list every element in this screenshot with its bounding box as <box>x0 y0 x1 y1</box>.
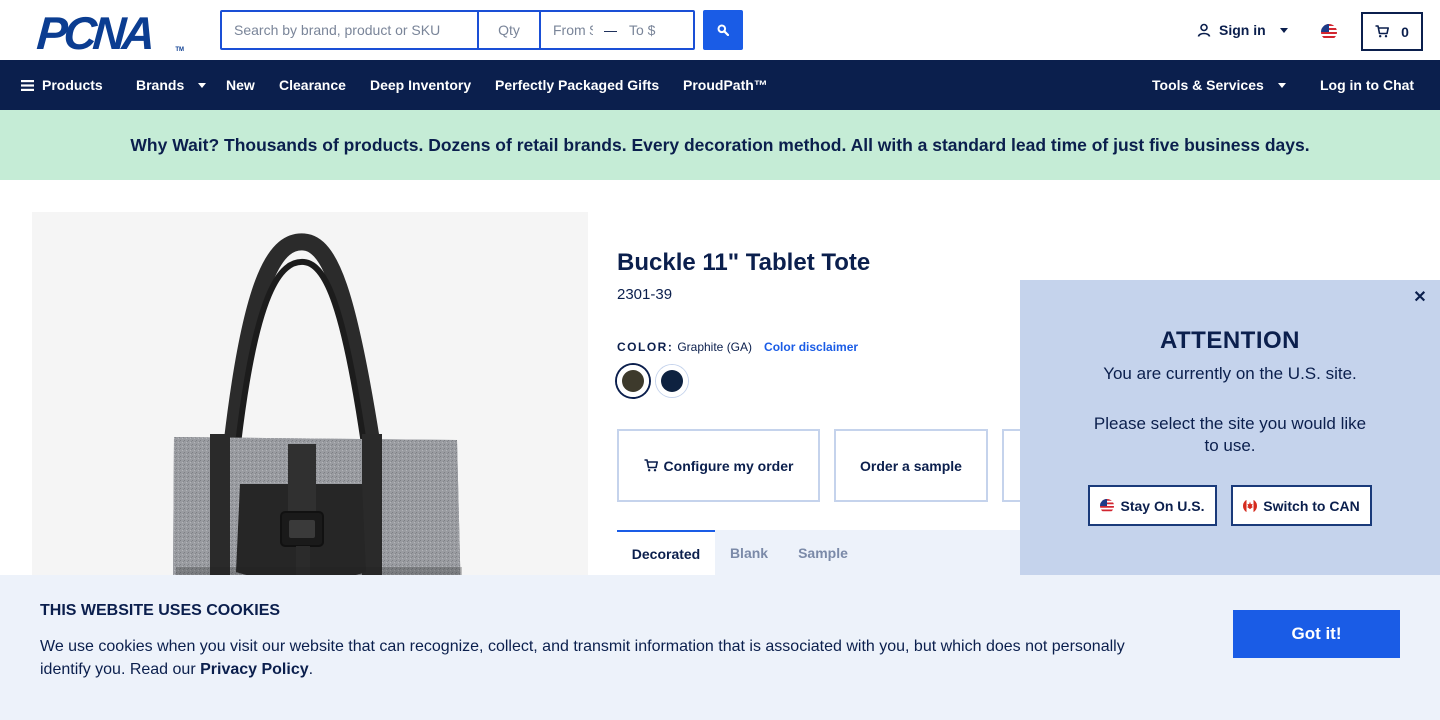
nav-brands[interactable]: Brands <box>136 60 207 110</box>
tab-decorated[interactable]: Decorated <box>617 530 715 575</box>
product-title: Buckle 11" Tablet Tote <box>617 249 871 276</box>
quantity-input[interactable] <box>479 12 541 48</box>
sign-in-label: Sign in <box>1219 22 1266 38</box>
logo-trademark: TM <box>175 47 184 53</box>
tab-sample[interactable]: Sample <box>784 530 862 575</box>
search-bar: — <box>220 10 695 50</box>
nav-deep-inventory[interactable]: Deep Inventory <box>370 60 471 110</box>
user-icon <box>1197 23 1211 37</box>
nav-products-label: Products <box>42 77 103 93</box>
site-select-popup: ✕ ATTENTION You are currently on the U.S… <box>1020 280 1440 575</box>
top-header: PCNA TM — Sign in <box>0 0 1440 60</box>
nav-products[interactable]: Products <box>21 60 103 110</box>
color-row: COLOR: Graphite (GA) Color disclaimer <box>617 340 858 354</box>
order-sample-label: Order a sample <box>860 457 962 474</box>
stay-us-label: Stay On U.S. <box>1120 497 1205 514</box>
nav-login-chat[interactable]: Log in to Chat <box>1320 60 1414 110</box>
cart-count: 0 <box>1401 23 1409 40</box>
us-flag-icon <box>1100 498 1115 513</box>
chevron-down-icon <box>1277 82 1286 88</box>
color-swatch-graphite[interactable] <box>617 365 649 397</box>
popup-instruction: Please select the site you would like to… <box>1093 414 1367 455</box>
popup-current-site: You are currently on the U.S. site. <box>1103 364 1357 383</box>
configure-order-button[interactable]: Configure my order <box>617 429 820 502</box>
canada-flag-icon <box>1243 498 1258 513</box>
nav-new[interactable]: New <box>226 60 255 110</box>
nav-brands-label: Brands <box>136 77 185 93</box>
cart-button[interactable]: 0 <box>1361 12 1423 51</box>
cookie-title: THIS WEBSITE USES COOKIES <box>40 602 281 619</box>
search-icon <box>717 24 729 36</box>
color-disclaimer-link[interactable]: Color disclaimer <box>764 340 858 354</box>
promo-text: Why Wait? Thousands of products. Dozens … <box>130 134 1310 155</box>
stay-us-button[interactable]: Stay On U.S. <box>1088 485 1217 526</box>
color-label: COLOR: <box>617 340 674 354</box>
chevron-down-icon <box>198 82 207 88</box>
logo-text: PCNA <box>35 7 154 59</box>
nav-proudpath[interactable]: ProudPath™ <box>683 60 768 110</box>
price-from-input[interactable] <box>541 12 605 48</box>
nav-tools-services[interactable]: Tools & Services <box>1152 60 1286 110</box>
switch-can-label: Switch to CAN <box>1263 497 1360 514</box>
tab-blank[interactable]: Blank <box>717 530 781 575</box>
accept-cookies-button[interactable]: Got it! <box>1233 610 1400 658</box>
cookie-body-end: . <box>308 661 314 678</box>
popup-title: ATTENTION <box>1159 327 1301 354</box>
promo-banner: Why Wait? Thousands of products. Dozens … <box>0 110 1440 180</box>
pcna-logo[interactable]: PCNA TM <box>35 7 184 59</box>
search-input[interactable] <box>222 12 479 48</box>
cookie-text: We use cookies when you visit our websit… <box>40 635 1160 681</box>
privacy-policy-link[interactable]: Privacy Policy <box>200 661 309 678</box>
cart-icon <box>1375 25 1390 38</box>
order-sample-button[interactable]: Order a sample <box>834 429 988 502</box>
menu-icon <box>21 79 34 91</box>
nav-gifts[interactable]: Perfectly Packaged Gifts <box>495 60 659 110</box>
us-flag-icon[interactable] <box>1321 24 1337 40</box>
price-to-input[interactable] <box>617 12 681 48</box>
color-swatch-navy[interactable] <box>656 365 688 397</box>
switch-can-button[interactable]: Switch to CAN <box>1231 485 1372 526</box>
close-icon[interactable]: ✕ <box>1412 290 1428 306</box>
configure-order-label: Configure my order <box>663 457 794 474</box>
product-sku: 2301-39 <box>617 286 673 303</box>
search-button[interactable] <box>703 10 743 50</box>
price-range-separator: — <box>604 22 618 38</box>
main-nav: Products Brands New Clearance Deep Inven… <box>0 60 1440 110</box>
cookie-banner: THIS WEBSITE USES COOKIES We use cookies… <box>0 575 1440 720</box>
color-value: Graphite (GA) <box>677 340 753 354</box>
chevron-down-icon <box>1279 27 1288 33</box>
swatch-fill <box>661 370 683 392</box>
swatch-fill <box>622 370 644 392</box>
nav-tools-label: Tools & Services <box>1152 77 1264 93</box>
sign-in-menu[interactable]: Sign in <box>1197 22 1288 38</box>
nav-clearance[interactable]: Clearance <box>279 60 346 110</box>
cart-icon <box>644 459 658 472</box>
